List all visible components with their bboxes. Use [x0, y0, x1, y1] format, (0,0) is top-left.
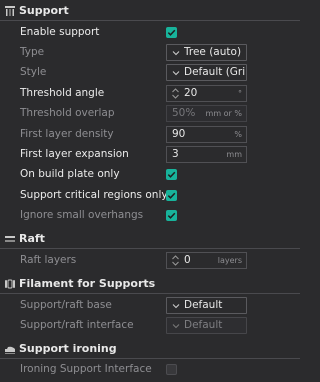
- row-threshold-angle: Threshold angle 20 °: [0, 84, 300, 104]
- section-divider: [0, 358, 300, 359]
- threshold-angle-unit: °: [238, 89, 242, 98]
- support-critical-regions-label: Support critical regions only: [20, 189, 168, 201]
- check-icon: [167, 171, 176, 178]
- first-layer-density-unit: %: [234, 130, 242, 139]
- chevron-down-icon: [172, 324, 180, 329]
- row-first-layer-density: First layer density 90 %: [0, 125, 300, 145]
- first-layer-density-label: First layer density: [20, 128, 114, 140]
- support-raft-interface-dropdown[interactable]: Default: [166, 317, 247, 334]
- ironing-support-interface-label: Ironing Support Interface: [20, 363, 152, 375]
- row-support-critical-regions: Support critical regions only: [0, 186, 300, 206]
- section-support-header: Support: [0, 1, 300, 21]
- raft-layers-unit: layers: [217, 256, 242, 265]
- type-label: Type: [20, 46, 45, 58]
- ironing-support-interface-checkbox[interactable]: [166, 364, 177, 375]
- chevron-down-icon: [172, 304, 180, 309]
- raft-layers-value: 0: [184, 254, 191, 266]
- threshold-overlap-label: Threshold overlap: [20, 107, 115, 119]
- first-layer-expansion-unit: mm: [226, 150, 242, 159]
- threshold-angle-input[interactable]: 20 °: [166, 85, 247, 102]
- row-on-build-plate-only: On build plate only: [0, 165, 300, 185]
- on-build-plate-only-label: On build plate only: [20, 168, 120, 180]
- on-build-plate-only-checkbox[interactable]: [166, 169, 177, 180]
- raft-layers-input[interactable]: 0 layers: [166, 252, 247, 269]
- support-critical-regions-checkbox[interactable]: [166, 190, 177, 201]
- threshold-angle-value: 20: [184, 87, 198, 99]
- section-title: Support ironing: [19, 342, 117, 355]
- section-ironing-header: Support ironing: [0, 339, 300, 359]
- row-support-raft-base: Support/raft base Default: [0, 296, 300, 316]
- section-title: Raft: [19, 232, 45, 245]
- row-type: Type Tree (auto): [0, 43, 300, 63]
- style-label: Style: [20, 66, 47, 78]
- type-value: Tree (auto): [184, 46, 242, 58]
- row-raft-layers: Raft layers 0 layers: [0, 251, 300, 271]
- chevron-down-icon: [172, 51, 180, 56]
- support-raft-base-label: Support/raft base: [20, 299, 112, 311]
- first-layer-expansion-input[interactable]: 3 mm: [166, 146, 247, 163]
- threshold-overlap-value: 50%: [172, 107, 196, 119]
- style-dropdown[interactable]: Default (Gri...: [166, 64, 247, 81]
- support-icon: [5, 6, 15, 16]
- check-icon: [167, 29, 176, 36]
- check-icon: [167, 192, 176, 199]
- enable-support-checkbox[interactable]: [166, 27, 177, 38]
- raft-icon: [5, 236, 15, 242]
- support-raft-base-value: Default: [184, 299, 223, 311]
- style-value: Default (Gri...: [184, 66, 246, 78]
- ignore-small-overhangs-label: Ignore small overhangs: [20, 209, 144, 221]
- spin-arrows-icon: [172, 255, 179, 266]
- threshold-overlap-unit: mm or %: [205, 109, 242, 118]
- first-layer-density-input[interactable]: 90 %: [166, 126, 247, 143]
- section-divider: [0, 248, 300, 249]
- section-divider: [0, 20, 300, 21]
- first-layer-expansion-label: First layer expansion: [20, 148, 129, 160]
- first-layer-density-value: 90: [172, 128, 186, 140]
- ironing-icon: [5, 346, 15, 354]
- row-first-layer-expansion: First layer expansion 3 mm: [0, 145, 300, 165]
- section-filament-header: Filament for Supports: [0, 274, 300, 294]
- row-style: Style Default (Gri...: [0, 63, 300, 83]
- section-divider: [0, 293, 300, 294]
- chevron-down-icon: [172, 71, 180, 76]
- threshold-overlap-input[interactable]: 50% mm or %: [166, 105, 247, 122]
- support-raft-base-dropdown[interactable]: Default: [166, 297, 247, 314]
- type-dropdown[interactable]: Tree (auto): [166, 44, 247, 61]
- threshold-angle-label: Threshold angle: [20, 87, 105, 99]
- row-enable-support: Enable support: [0, 23, 300, 43]
- spin-arrows-icon: [172, 88, 179, 99]
- raft-layers-label: Raft layers: [20, 254, 77, 266]
- ignore-small-overhangs-checkbox[interactable]: [166, 210, 177, 221]
- row-ironing-support-interface: Ironing Support Interface: [0, 360, 300, 380]
- support-raft-interface-value: Default: [184, 319, 223, 331]
- support-raft-interface-label: Support/raft interface: [20, 319, 134, 331]
- section-raft-header: Raft: [0, 229, 300, 249]
- filament-icon: [5, 279, 15, 289]
- section-title: Support: [19, 4, 69, 17]
- row-support-raft-interface: Support/raft interface Default: [0, 316, 300, 336]
- row-threshold-overlap: Threshold overlap 50% mm or %: [0, 104, 300, 124]
- check-icon: [167, 212, 176, 219]
- enable-support-label: Enable support: [20, 26, 100, 38]
- row-ignore-small-overhangs: Ignore small overhangs: [0, 206, 300, 226]
- first-layer-expansion-value: 3: [172, 148, 179, 160]
- section-title: Filament for Supports: [19, 277, 156, 290]
